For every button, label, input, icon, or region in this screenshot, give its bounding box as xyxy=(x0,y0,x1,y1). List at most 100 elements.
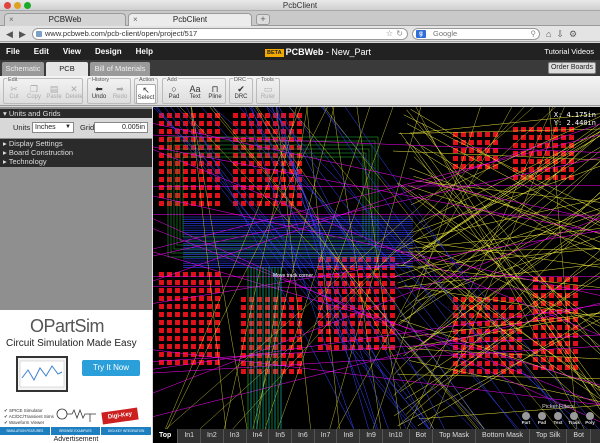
layer-tab-bot[interactable]: Bot xyxy=(410,429,434,443)
ad-link-browse-examples[interactable]: BROWSE EXAMPLES xyxy=(50,427,102,435)
pcb-pad xyxy=(199,288,204,293)
home-icon[interactable]: ⌂ xyxy=(546,29,551,40)
ruler-button[interactable]: ▭ Ruler xyxy=(258,84,278,104)
pcb-pad xyxy=(207,344,212,349)
new-tab-button[interactable]: + xyxy=(256,14,270,25)
close-tab-icon[interactable]: × xyxy=(9,14,14,26)
app-tab-bar: Schematic PCB Bill of Materials Order Bo… xyxy=(0,60,600,76)
try-it-now-button[interactable]: Try It Now xyxy=(82,360,140,376)
app-header: File Edit View Design Help BETA PCBWeb - … xyxy=(0,43,600,60)
pcb-pad xyxy=(289,321,294,326)
minimize-window-icon[interactable] xyxy=(14,2,21,9)
tutorial-videos-link[interactable]: Tutorial Videos xyxy=(544,43,594,60)
add-pad-button[interactable]: ○ Pad xyxy=(164,84,184,104)
zoom-window-icon[interactable] xyxy=(24,2,31,9)
check-icon: ✔ xyxy=(237,84,245,94)
download-icon[interactable]: ⇩ xyxy=(556,29,564,40)
close-tab-icon[interactable]: × xyxy=(133,14,138,26)
advertisement[interactable]: OPartSim Circuit Simulation Made Easy Tr… xyxy=(0,310,153,443)
pcb-pad xyxy=(215,129,220,134)
pcb-pad xyxy=(517,345,522,350)
google-icon[interactable]: g xyxy=(416,30,426,38)
pcb-pad xyxy=(485,140,490,145)
forward-icon[interactable]: ▶ xyxy=(17,29,28,39)
picker-poly[interactable]: Poly xyxy=(584,412,596,425)
bookmark-star-icon[interactable]: ☆ xyxy=(386,29,393,39)
tab-pcb[interactable]: PCB xyxy=(46,62,88,76)
redo-button[interactable]: ➡ Redo xyxy=(110,84,130,104)
undo-button[interactable]: ⬅ Undo xyxy=(89,84,109,104)
pcb-pad xyxy=(159,169,164,174)
reload-icon[interactable]: ↻ xyxy=(396,29,403,39)
layer-tab-in7[interactable]: In7 xyxy=(315,429,338,443)
layer-tab-bot[interactable]: Bot xyxy=(567,429,591,443)
menu-design[interactable]: Design xyxy=(93,43,124,60)
tab-bill-of-materials[interactable]: Bill of Materials xyxy=(90,62,150,76)
pcb-track xyxy=(404,134,600,309)
pcb-canvas[interactable]: X: 4.175in Y: 2.440in Move track corner … xyxy=(153,107,600,429)
pcb-pad xyxy=(281,329,286,334)
close-window-icon[interactable] xyxy=(4,2,11,9)
technology-header[interactable]: ▸ Technology xyxy=(0,157,152,167)
delete-button[interactable]: ✕ Delete xyxy=(64,84,84,104)
layer-tab-in6[interactable]: In6 xyxy=(292,429,315,443)
grid-input[interactable]: 0.005in xyxy=(94,122,148,133)
pcb-pad xyxy=(257,321,262,326)
search-field[interactable]: g Google ⚲ xyxy=(412,28,540,40)
picker-text[interactable]: Text xyxy=(552,412,564,425)
pcb-pad xyxy=(241,169,246,174)
tab-schematic[interactable]: Schematic xyxy=(2,62,44,76)
pcb-drawing[interactable] xyxy=(153,107,600,429)
order-boards-button[interactable]: Order Boards xyxy=(548,62,596,74)
pcb-pad xyxy=(215,201,220,206)
search-icon[interactable]: ⚲ xyxy=(531,29,537,39)
menu-view[interactable]: View xyxy=(61,43,83,60)
partsim-logo: OPartSim xyxy=(30,316,105,336)
pcb-track xyxy=(153,214,600,216)
drc-button[interactable]: ✔ DRC xyxy=(231,84,251,104)
wrench-icon[interactable]: ⚙ xyxy=(569,29,577,40)
menu-help[interactable]: Help xyxy=(134,43,155,60)
layer-tab-in8[interactable]: In8 xyxy=(337,429,361,443)
browser-tab-pcbweb[interactable]: × PCBWeb xyxy=(4,13,126,26)
pcb-pad xyxy=(199,177,204,182)
layer-tab-in1[interactable]: In1 xyxy=(178,429,202,443)
ad-link-digikey-integration[interactable]: DIGI-KEY INTEGRATION xyxy=(101,427,153,435)
layer-tab-top-mask[interactable]: Top Mask xyxy=(433,429,477,443)
picker-filters-title: Picker Filters xyxy=(542,404,574,410)
coord-y: Y: 2.440in xyxy=(553,119,596,127)
layer-tab-in10[interactable]: In10 xyxy=(383,429,410,443)
copy-button[interactable]: ❐ Copy xyxy=(24,84,44,104)
picker-track[interactable]: Track xyxy=(568,412,580,425)
units-select[interactable]: Inches ▼ xyxy=(32,122,74,133)
pcb-pad xyxy=(501,305,506,310)
pcb-pad xyxy=(241,345,246,350)
address-field[interactable]: www.pcbweb.com/pcb-client/open/project/5… xyxy=(32,28,408,40)
layer-tab-bottom-mask[interactable]: Bottom Mask xyxy=(476,429,530,443)
layer-tab-in4[interactable]: In4 xyxy=(247,429,270,443)
picker-pad[interactable]: Pad xyxy=(536,412,548,425)
layer-tab-in5[interactable]: In5 xyxy=(269,429,292,443)
picker-part[interactable]: Part xyxy=(520,412,532,425)
toolbar-group-drc: DRC ✔ DRC xyxy=(229,77,253,104)
pcb-pad xyxy=(199,312,204,317)
menu-edit[interactable]: Edit xyxy=(32,43,51,60)
ad-link-simulation-features[interactable]: SIMULATION FEATURES xyxy=(0,427,51,435)
menu-file[interactable]: File xyxy=(4,43,22,60)
paste-button[interactable]: ▤ Paste xyxy=(44,84,64,104)
cut-button[interactable]: ✂ Cut xyxy=(4,84,24,104)
add-pline-button[interactable]: ⊓ Pline xyxy=(205,84,225,104)
pcb-pad xyxy=(215,185,220,190)
browser-tab-pcbclient[interactable]: × PcbClient xyxy=(128,13,252,26)
beta-badge: BETA xyxy=(265,48,284,57)
pcb-pad xyxy=(241,361,246,366)
layer-tab-top[interactable]: Top xyxy=(153,429,179,443)
layer-tab-in2[interactable]: In2 xyxy=(201,429,224,443)
layer-tab-in9[interactable]: In9 xyxy=(360,429,383,443)
pcb-pad xyxy=(233,129,238,134)
select-button[interactable]: ↖ Select xyxy=(136,84,156,104)
layer-tab-in3[interactable]: In3 xyxy=(224,429,247,443)
add-text-button[interactable]: Aa Text xyxy=(185,84,205,104)
back-icon[interactable]: ◀ xyxy=(4,29,15,39)
layer-tab-top-silk[interactable]: Top Silk xyxy=(530,429,568,443)
